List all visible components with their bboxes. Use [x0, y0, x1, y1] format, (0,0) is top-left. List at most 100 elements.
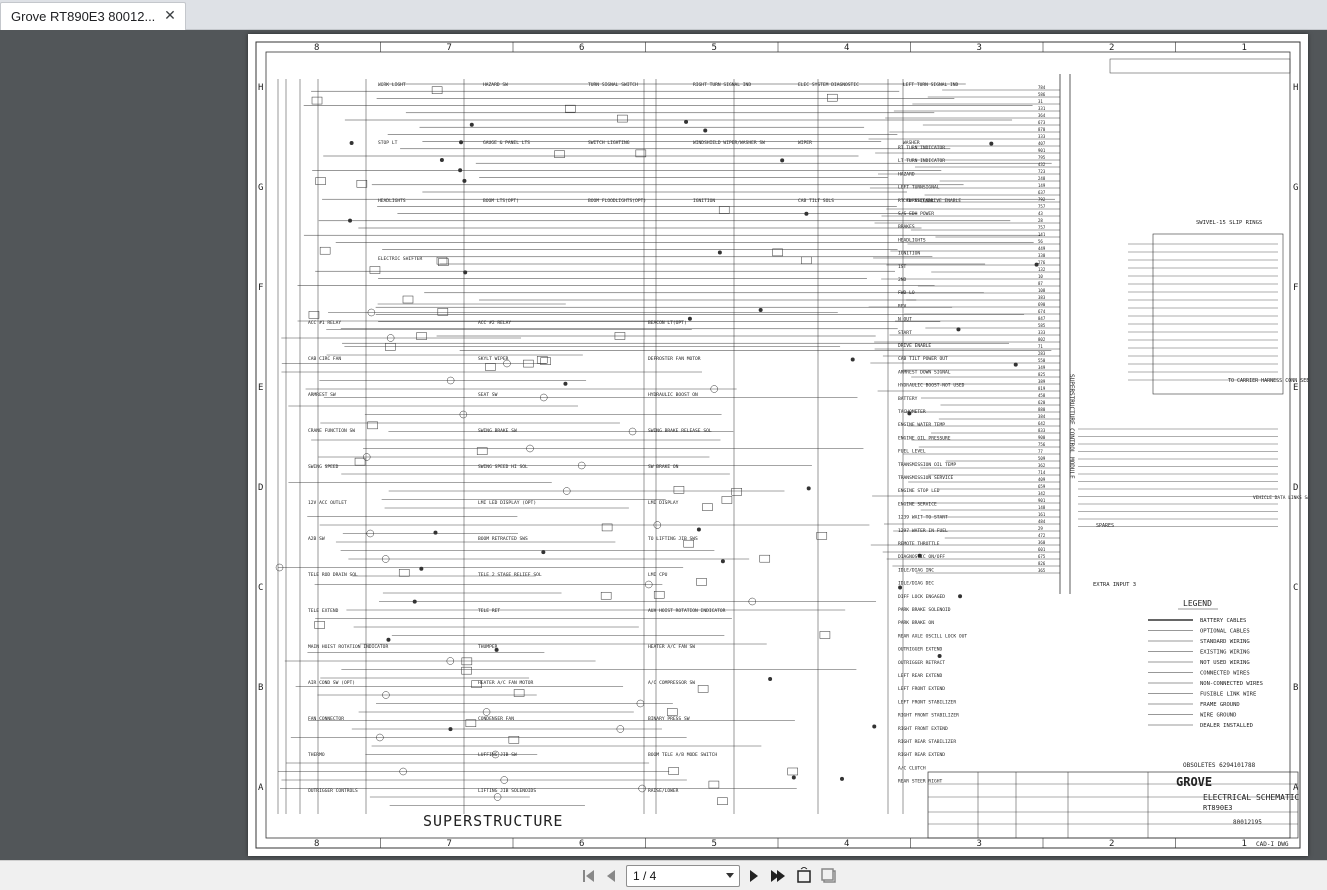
component-symbol	[461, 657, 473, 666]
zone-row-label: F	[1293, 283, 1298, 293]
revision-block	[1109, 58, 1291, 74]
zone-column-label: 1	[1242, 43, 1247, 53]
wire-number: 714	[1038, 470, 1046, 475]
component-label: TURN SIGNAL SWITCH	[588, 82, 638, 88]
wire-number: 43	[1038, 211, 1043, 216]
junction-dot	[958, 594, 963, 599]
junction-dot	[989, 141, 994, 146]
wire-number: 900	[1038, 435, 1046, 440]
junction-dot	[458, 168, 463, 173]
component-symbol	[696, 578, 707, 586]
zone-column-label: 3	[977, 839, 982, 849]
junction-dot	[348, 218, 353, 223]
component-label: HAZARD SW	[483, 82, 508, 88]
component-label: WINDSHIELD WIPER/WASHER SW	[693, 140, 765, 146]
drawing-number: 80012195	[1233, 819, 1262, 826]
chevron-down-icon	[726, 873, 734, 878]
component-label: BOOM FLOODLIGHTS(OPT)	[588, 198, 646, 204]
wire-label: A/C CLUTCH	[898, 765, 926, 771]
component-label: TELE ROD DRAIN SOL	[308, 572, 358, 578]
title-block	[927, 771, 1299, 839]
component-label: ELECTRIC SHIFTER	[378, 256, 422, 262]
page-indicator: 1 / 4	[633, 869, 657, 883]
component-label: WASHER	[903, 140, 920, 146]
zone-column-label: 2	[1109, 839, 1114, 849]
junction-dot	[717, 250, 722, 255]
drawing-title: ELECTRICAL SCHEMATIC	[1203, 793, 1300, 802]
component-symbol	[311, 96, 323, 105]
component-label: CAB CIRC FAN	[308, 356, 341, 362]
wire-label: PARK BRAKE ON	[898, 620, 934, 626]
junction-dot	[448, 727, 453, 732]
wire-label: RIGHT FRONT STABILIZER	[898, 713, 959, 719]
zone-column-label: 8	[314, 43, 319, 53]
document-tab[interactable]: Grove RT890E3 80012... ✕	[0, 2, 186, 30]
zone-column-label: 6	[579, 839, 584, 849]
component-symbol	[617, 114, 628, 123]
zone-column-label: 5	[712, 43, 717, 53]
wire-number: 673	[1038, 120, 1046, 125]
wire-label: ENGINE SERVICE	[898, 501, 937, 507]
zone-row-label: H	[1293, 83, 1298, 93]
legend-item: FUSIBLE LINK WIRE	[1200, 692, 1256, 698]
component-label: AUX HOIST ROTATION INDICATOR	[648, 608, 726, 614]
wire-label: START	[898, 330, 912, 336]
component-label: DEFROSTER FAN MOTOR	[648, 356, 701, 362]
wire-number: 389	[1038, 379, 1046, 384]
page-selector[interactable]: 1 / 4	[626, 865, 740, 887]
close-icon[interactable]: ✕	[163, 9, 177, 23]
last-page-icon[interactable]	[768, 867, 786, 885]
wire-number: 819	[1038, 386, 1046, 391]
component-label: LUFFING JIB SW	[478, 752, 517, 758]
wire-number: 409	[1038, 477, 1046, 482]
wire-label: ENGINE OIL PRESSURE	[898, 435, 951, 441]
component-label: BOOM TELE A/B MODE SWITCH	[648, 752, 717, 758]
wire-number: 756	[1038, 442, 1046, 447]
next-page-icon[interactable]	[745, 867, 763, 885]
component-label: BINARY PRESS SW	[648, 716, 690, 722]
wire-number: 825	[1038, 372, 1046, 377]
junction-dot	[791, 775, 796, 780]
component-symbol	[315, 177, 326, 185]
wire-label: HYDRAULIC BOOST-NOT USED	[898, 383, 965, 389]
legend-item: NOT USED WIRING	[1200, 660, 1250, 666]
legend-item: WIRE GROUND	[1200, 713, 1236, 719]
component-label: CAB TILT/DRIVE ENABLE	[903, 198, 961, 204]
wire-number: 383	[1038, 295, 1046, 300]
wire-label: N OUT	[898, 317, 912, 323]
first-page-icon[interactable]	[580, 867, 598, 885]
wire-number: 675	[1038, 554, 1046, 559]
zone-row-label: C	[258, 583, 263, 593]
junction-dot	[687, 316, 692, 321]
wire-label: LT TURN INDICATOR	[898, 158, 945, 164]
wire-label: REMOTE THROTTLE	[898, 541, 940, 547]
wire-number: 87	[1038, 281, 1043, 286]
component-symbol	[485, 363, 496, 371]
legend-title: LEGEND	[1183, 599, 1212, 608]
wire-number: 847	[1038, 316, 1046, 321]
wire-number: 659	[1038, 484, 1046, 489]
wire-number: 148	[1038, 505, 1046, 510]
component-symbol	[385, 343, 396, 351]
component-label: CRANE FUNCTION SW	[308, 428, 355, 434]
zone-row-label: F	[258, 283, 263, 293]
component-symbol	[319, 246, 331, 255]
zone-row-label: G	[1293, 183, 1298, 193]
prev-page-icon[interactable]	[602, 867, 620, 885]
zone-row-label: H	[258, 83, 263, 93]
component-label: ACC #1 RELAY	[308, 320, 341, 326]
component-label: A/C COMPRESSOR SW	[648, 680, 695, 686]
zone-column-label: 2	[1109, 43, 1114, 53]
tab-title: Grove RT890E3 80012...	[11, 9, 156, 24]
rotate-icon[interactable]	[820, 867, 838, 885]
zone-column-label: 4	[844, 839, 849, 849]
component-label: MAIN HOIST ROTATION INDICATOR	[308, 644, 388, 650]
junction-dot	[720, 559, 725, 564]
component-label: ARMREST SW	[308, 392, 336, 398]
junction-dot	[459, 140, 464, 145]
fit-page-icon[interactable]	[795, 867, 813, 885]
component-symbol	[759, 554, 771, 563]
spares-label: SPARES	[1096, 523, 1114, 529]
wire-number: 360	[1038, 540, 1046, 545]
wire-number: 833	[1038, 428, 1046, 433]
